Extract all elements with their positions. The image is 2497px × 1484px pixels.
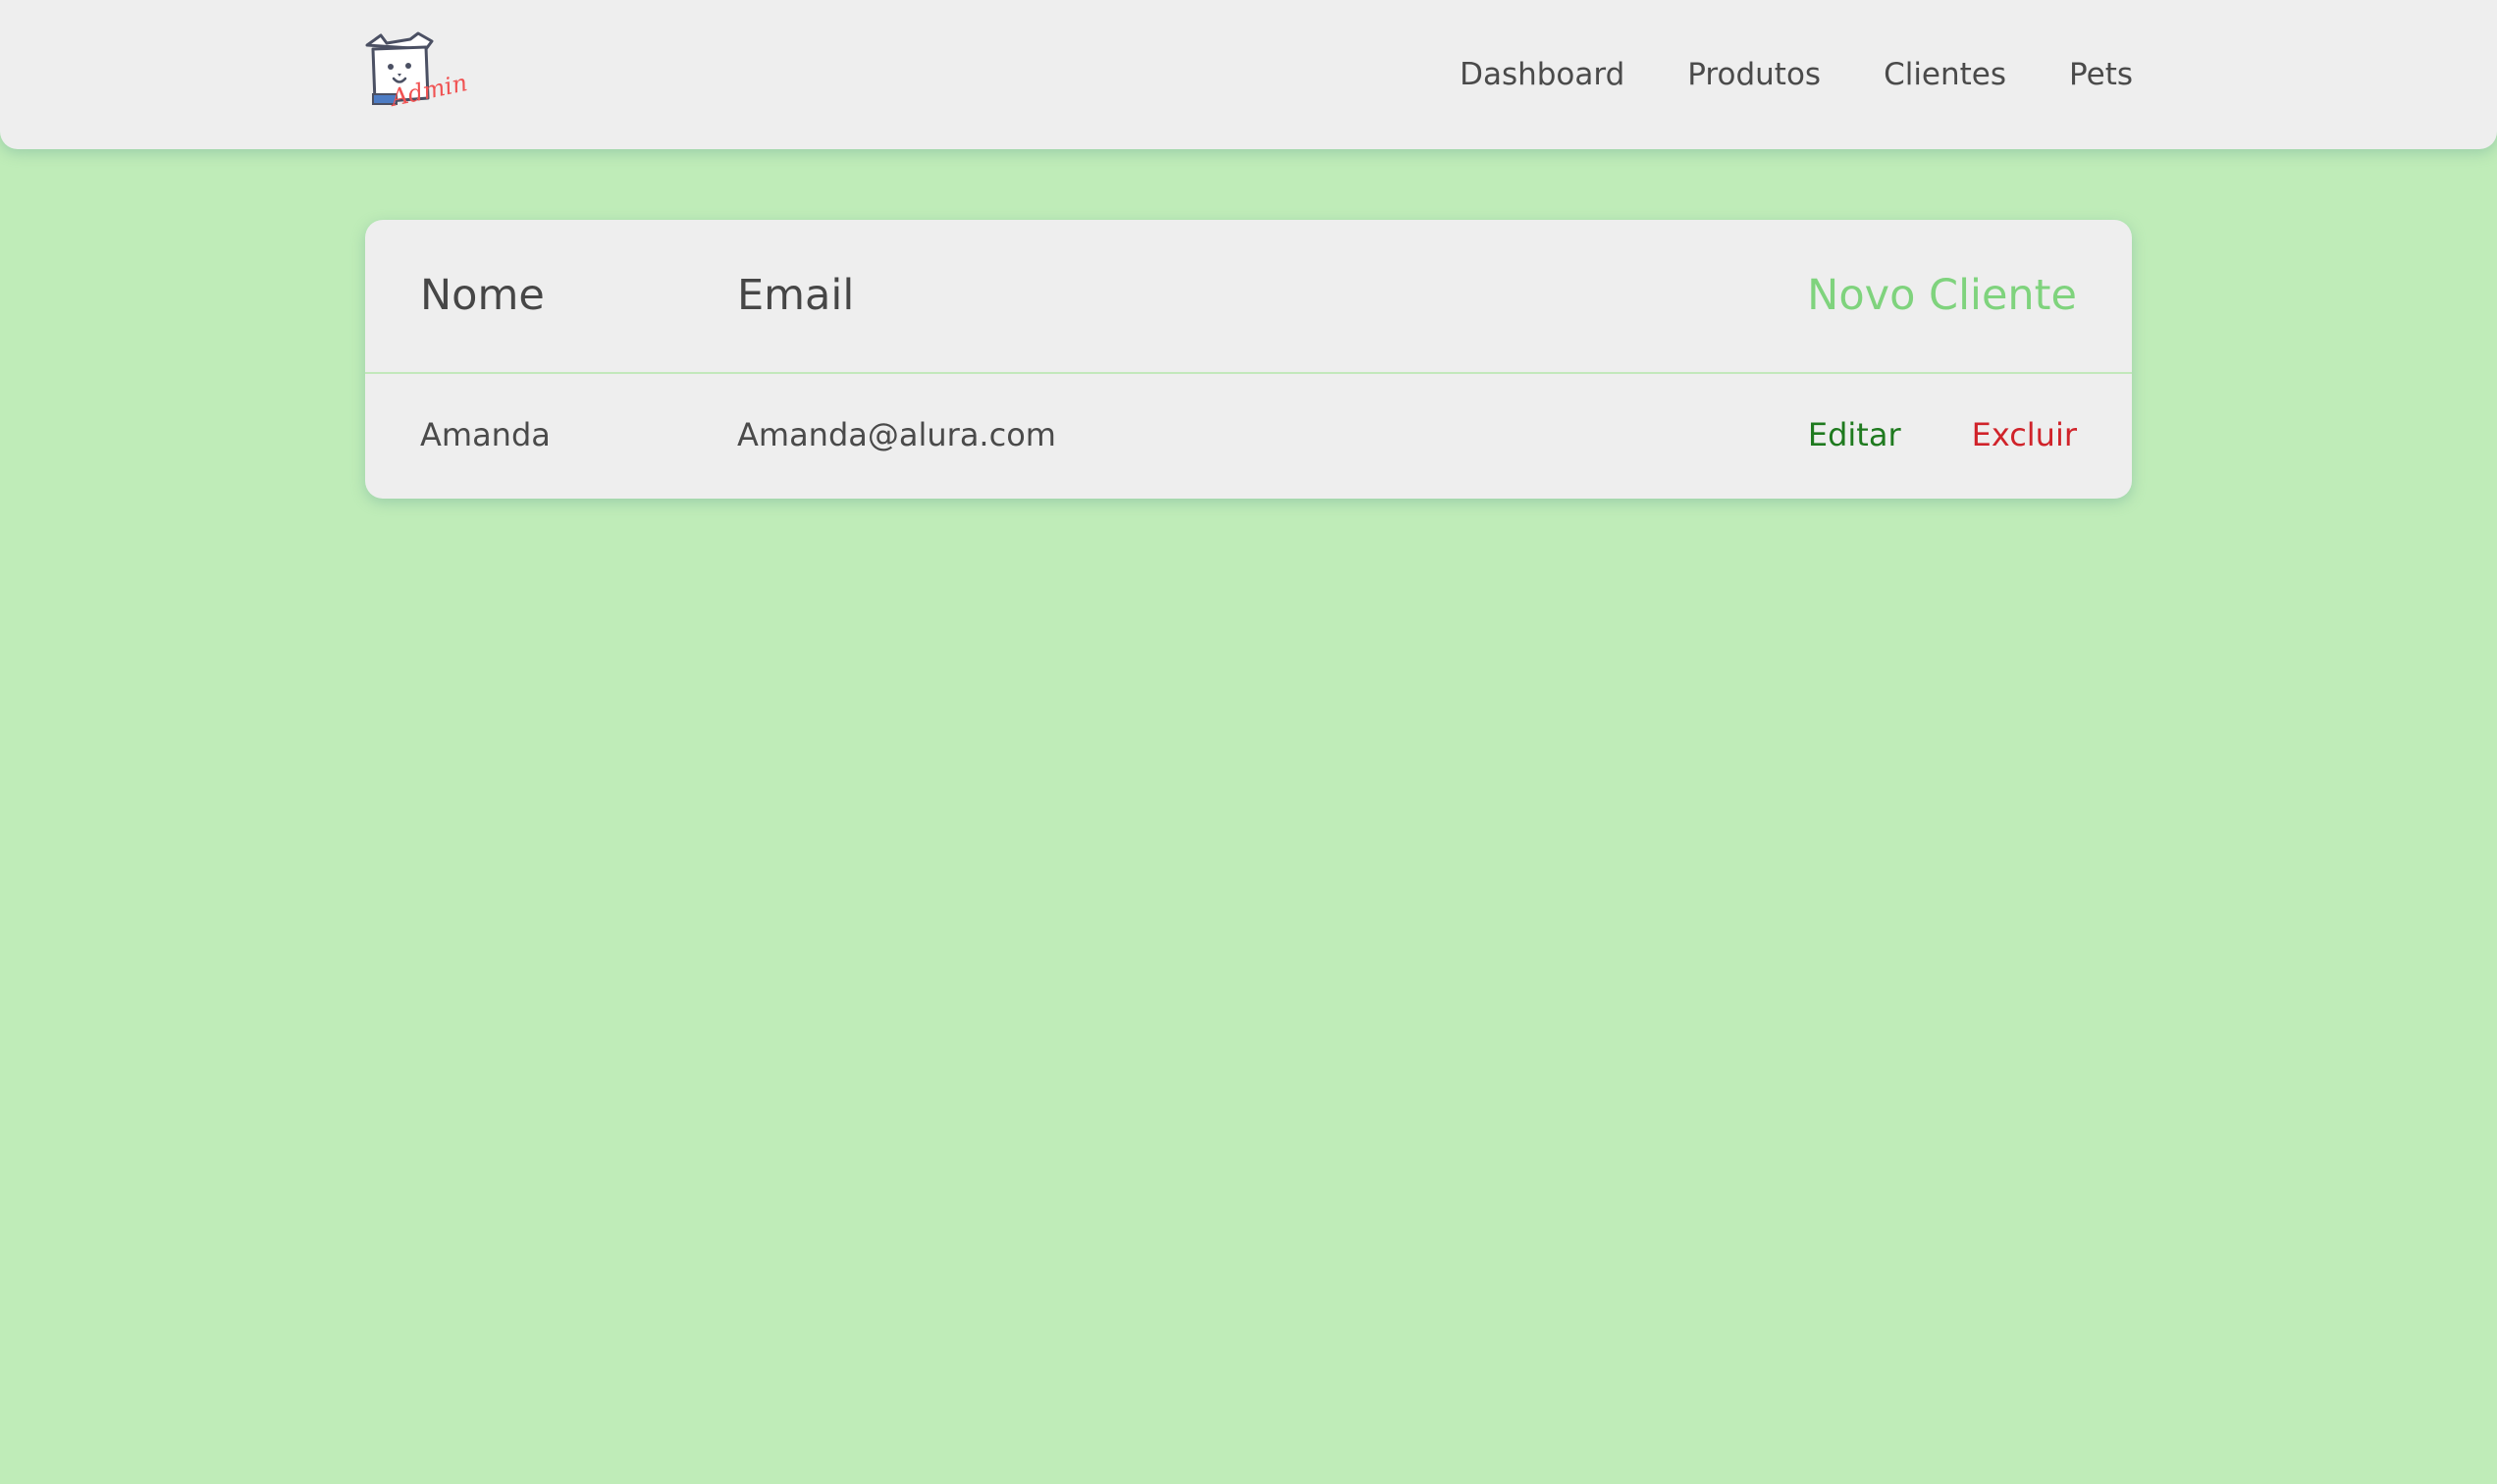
edit-button[interactable]: Editar xyxy=(1808,416,1901,453)
nav-pets[interactable]: Pets xyxy=(2069,57,2133,92)
client-name-cell: Amanda xyxy=(420,416,551,453)
admin-logo[interactable]: Admin xyxy=(361,29,470,120)
column-header-email: Email xyxy=(737,271,855,320)
nav-dashboard[interactable]: Dashboard xyxy=(1460,57,1624,92)
nav-clientes[interactable]: Clientes xyxy=(1884,57,2006,92)
delete-button[interactable]: Excluir xyxy=(1972,416,2077,453)
main-nav: Dashboard Produtos Clientes Pets xyxy=(1460,0,2133,149)
table-header: Nome Email Novo Cliente xyxy=(365,220,2132,374)
nav-produtos[interactable]: Produtos xyxy=(1687,57,1821,92)
client-email-cell: Amanda@alura.com xyxy=(737,416,1056,453)
table-row: Amanda Amanda@alura.com Editar Excluir xyxy=(365,374,2132,499)
top-navbar: Admin Dashboard Produtos Clientes Pets xyxy=(0,0,2497,149)
new-client-button[interactable]: Novo Cliente xyxy=(1807,220,2077,372)
clients-table: Nome Email Novo Cliente Amanda Amanda@al… xyxy=(365,220,2132,499)
column-header-name: Nome xyxy=(420,271,545,320)
row-actions: Editar Excluir xyxy=(1808,374,2077,496)
